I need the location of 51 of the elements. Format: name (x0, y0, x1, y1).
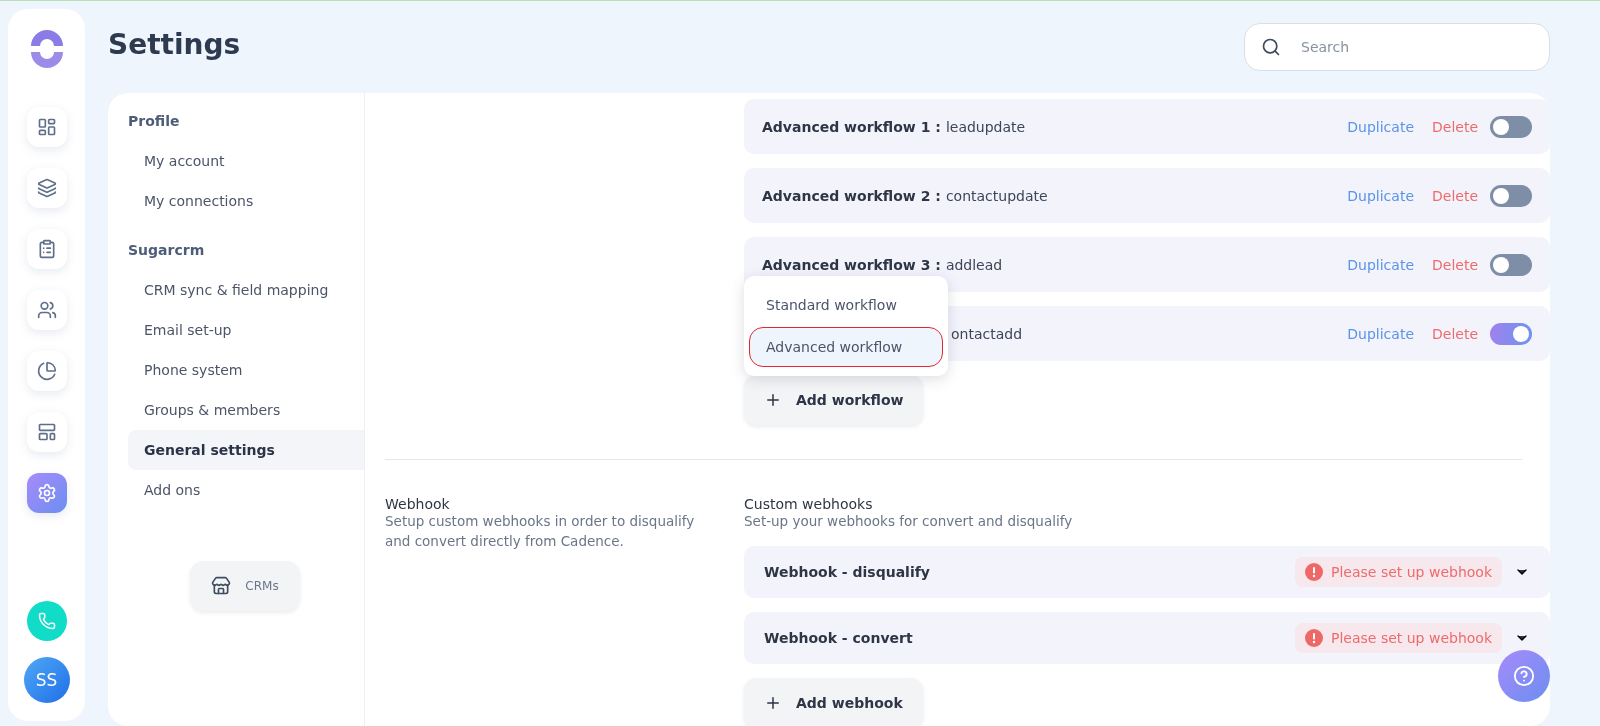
workflow-name: contactupdate (945, 187, 1049, 204)
webhook-row[interactable]: Webhook - disqualify Please set up webhook (744, 545, 1550, 598)
workflow-name: ontactadd (951, 325, 1024, 342)
question-icon (1513, 665, 1535, 687)
status-badge: Please set up webhook (1295, 556, 1502, 587)
dropdown-option[interactable]: Advanced workflow (749, 327, 943, 367)
menu-item[interactable]: My connections (128, 181, 364, 221)
menu-item[interactable]: Email set-up (128, 310, 364, 350)
webhook-name: Webhook - disqualify (764, 563, 930, 580)
search-field[interactable]: Search (1244, 23, 1550, 71)
people-icon[interactable] (26, 290, 67, 330)
pie-icon[interactable] (26, 351, 67, 391)
settings-icon[interactable] (26, 473, 67, 513)
menu-item[interactable]: Add ons (128, 470, 364, 510)
workflow-title: Advanced workflow 1 : (762, 118, 941, 135)
menu-heading: Profile (128, 113, 181, 131)
search-icon (1261, 37, 1281, 57)
webhook-name: Webhook - convert (764, 629, 913, 646)
menu-item[interactable]: Groups & members (128, 390, 364, 430)
alert-icon (1305, 628, 1323, 647)
workflow-name: leadupdate (945, 118, 1027, 135)
add-webhook-button[interactable]: Add webhook (744, 677, 923, 726)
crms-button[interactable]: CRMs (190, 561, 300, 611)
menu-heading: Sugarcrm (128, 242, 206, 260)
status-badge: Please set up webhook (1295, 622, 1502, 653)
toggle-switch[interactable] (1490, 253, 1532, 276)
menu-item[interactable]: My account (128, 141, 364, 181)
menu-item[interactable]: Phone system (128, 350, 364, 390)
workflow-title: Advanced workflow 3 : (762, 256, 941, 273)
workflow-title: Advanced workflow 2 : (762, 187, 941, 204)
toggle-switch[interactable] (1490, 115, 1532, 138)
alert-icon (1305, 562, 1323, 581)
stack-icon[interactable] (26, 168, 67, 208)
toggle-switch[interactable] (1490, 184, 1532, 207)
menu-item[interactable]: General settings (128, 430, 364, 470)
store-icon (211, 576, 232, 596)
section-description: Setup custom webhooks in order to disqualify and convert directly from Cadence. (385, 512, 696, 551)
workflow-name: addlead (945, 256, 1004, 273)
webhooks-heading: Custom webhooks (744, 496, 874, 512)
toggle-switch[interactable] (1490, 322, 1532, 345)
plus-icon (764, 391, 782, 409)
section-title: Webhook (385, 496, 451, 512)
dashboard-icon[interactable] (26, 107, 67, 147)
page-title: Settings (108, 27, 241, 61)
tasks-icon[interactable] (26, 229, 67, 269)
search-input[interactable]: Search (1299, 38, 1533, 56)
menu-item[interactable]: CRM sync & field mapping (128, 270, 364, 310)
add-workflow-button[interactable]: Add workflow (744, 375, 924, 425)
webhooks-subheading: Set-up your webhooks for convert and disqualify (744, 512, 1074, 531)
layout-icon[interactable] (26, 412, 67, 452)
webhook-row[interactable]: Webhook - convert Please set up webhook (744, 611, 1550, 664)
